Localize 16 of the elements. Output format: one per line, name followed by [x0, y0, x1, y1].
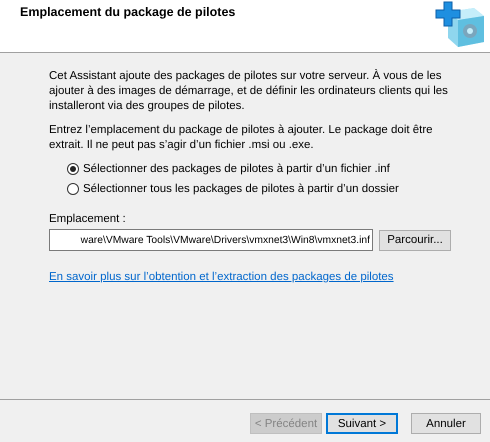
instruction-text: Entrez l’emplacement du package de pilotes à ajouter. Le package doit être extrait. Il ne peut pas s’agir d’un fichier .msi ou .exe.: [49, 123, 434, 153]
radio-option[interactable]: Sélectionner des packages de pilotes à partir d’un fichier .inf: [67, 163, 490, 175]
page-title: Emplacement du package de pilotes: [20, 5, 236, 19]
option-label: Sélectionner des packages de pilotes à partir d’un fichier .inf: [83, 163, 390, 175]
package-gear-icon: [434, 0, 486, 48]
radio-option[interactable]: Sélectionner tous les packages de pilotes à partir d’un dossier: [67, 183, 490, 195]
option-label: Sélectionner tous les packages de pilotes à partir d’un dossier: [83, 183, 399, 195]
radio-button[interactable]: [67, 163, 79, 175]
wizard-button[interactable]: Suivant >: [326, 413, 398, 434]
location-label: Emplacement :: [49, 213, 127, 225]
intro-text: Cet Assistant ajoute des packages de pilotes sur votre serveur. À vous de les ajouter à des images de démarrage, et de définir les ordinateurs clients qui les installeront via des groupes de pilotes.: [49, 69, 449, 114]
browse-button[interactable]: Parcourir...: [379, 230, 451, 250]
location-field[interactable]: ware\VMware Tools\VMware\Drivers\vmxnet3\Win8\vmxnet3.inf: [49, 229, 373, 251]
radio-button[interactable]: [67, 183, 79, 195]
help-link[interactable]: En savoir plus sur l’obtention et l’extraction des packages de pilotes: [49, 271, 394, 283]
wizard-button[interactable]: Annuler: [411, 413, 481, 434]
